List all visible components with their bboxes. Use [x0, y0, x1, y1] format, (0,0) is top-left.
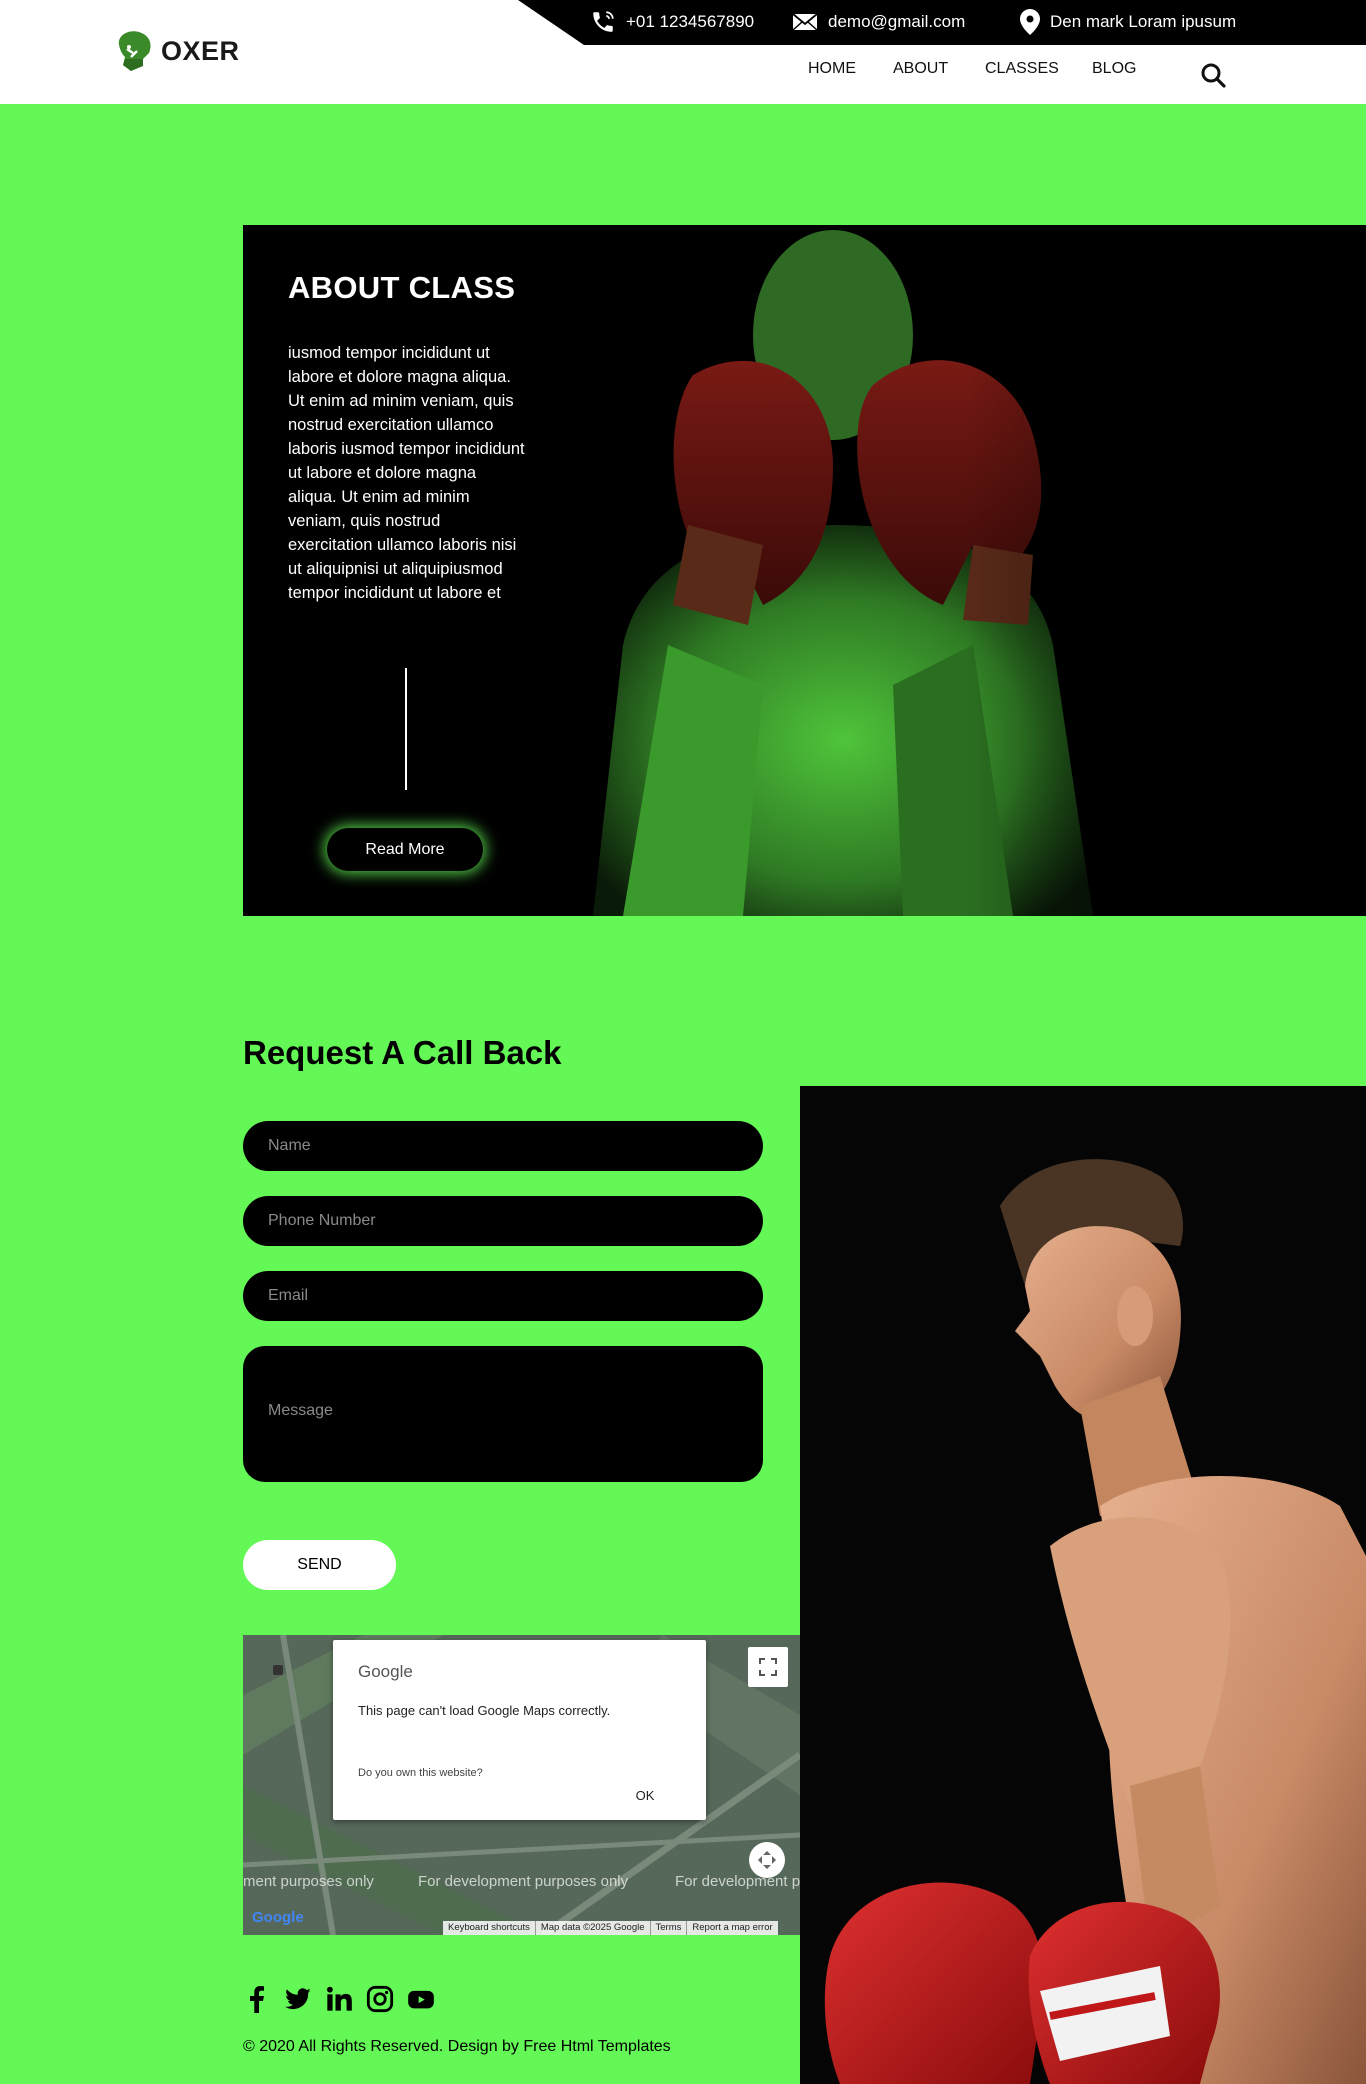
- copyright-text: © 2020 All Rights Reserved. Design by Fr…: [243, 2038, 671, 2055]
- instagram-icon: [366, 1985, 394, 2013]
- read-more-button[interactable]: Read More: [327, 828, 483, 871]
- site-logo[interactable]: OXER: [113, 29, 240, 73]
- phone-info[interactable]: +01 1234567890: [590, 8, 754, 36]
- nav-item-home[interactable]: HOME: [808, 60, 856, 78]
- nav-item-blog[interactable]: BLOG: [1092, 60, 1136, 78]
- twitter-icon: [285, 1988, 311, 2010]
- header-edge: [0, 88, 390, 104]
- boxer-illustration: [800, 1086, 1366, 2084]
- google-logo: Google: [252, 1909, 304, 1926]
- about-text: iusmod tempor incididunt ut labore et do…: [288, 344, 525, 602]
- map-terms-link[interactable]: Terms: [649, 1921, 687, 1935]
- nav-item-classes[interactable]: CLASSES: [985, 60, 1059, 78]
- phone-icon: [593, 11, 614, 32]
- map-dev-watermark: ment purposes only: [243, 1873, 374, 1890]
- map-dev-watermark: For development p: [675, 1873, 800, 1890]
- map-dialog-brand: Google: [358, 1662, 413, 1681]
- map-report-error-link[interactable]: Report a map error: [686, 1921, 777, 1935]
- nav-item-about[interactable]: ABOUT: [893, 60, 948, 78]
- location-info[interactable]: Den mark Loram ipusum: [1020, 8, 1236, 36]
- linkedin-link[interactable]: [325, 1985, 353, 2013]
- instagram-link[interactable]: [366, 1985, 394, 2013]
- search-icon: [1201, 63, 1226, 88]
- message-input[interactable]: [243, 1346, 763, 1482]
- about-class-section: ABOUT CLASS iusmod tempor incididunt ut …: [243, 225, 1366, 916]
- email-input[interactable]: [243, 1271, 763, 1321]
- map-fullscreen-button[interactable]: [748, 1647, 788, 1687]
- map-keyboard-shortcuts[interactable]: Keyboard shortcuts: [443, 1921, 535, 1935]
- boxer-profile-photo: [800, 1086, 1366, 2084]
- map-error-dialog: Google This page can't load Google Maps …: [333, 1640, 706, 1820]
- twitter-link[interactable]: [284, 1985, 312, 2013]
- map-footer-bar: Keyboard shortcuts Map data ©2025 Google…: [443, 1921, 778, 1935]
- map-own-question[interactable]: Do you own this website?: [358, 1767, 483, 1779]
- location-pin-icon: [1020, 9, 1040, 35]
- map-ok-button[interactable]: OK: [605, 1780, 685, 1810]
- email-info[interactable]: demo@gmail.com: [792, 8, 965, 36]
- fullscreen-icon: [759, 1658, 777, 1676]
- map-pan-control[interactable]: [749, 1842, 785, 1878]
- request-callback-title: Request A Call Back: [243, 1034, 562, 1071]
- social-links: [243, 1985, 435, 2013]
- phone-input[interactable]: [243, 1196, 763, 1246]
- youtube-icon: [408, 1990, 434, 2009]
- name-input[interactable]: [243, 1121, 763, 1171]
- youtube-link[interactable]: [407, 1985, 435, 2013]
- map-data-credit: Map data ©2025 Google: [534, 1921, 650, 1935]
- search-button[interactable]: [1200, 62, 1226, 88]
- facebook-icon: [250, 1986, 264, 2013]
- facebook-link[interactable]: [243, 1985, 271, 2013]
- phone-number: +01 1234567890: [626, 12, 755, 31]
- map-dev-watermark: For development purposes only: [418, 1873, 629, 1890]
- divider-line: [405, 668, 407, 790]
- location-text: Den mark Loram ipusum: [1050, 12, 1237, 31]
- google-map[interactable]: ment purposes only For development purpo…: [243, 1635, 800, 1935]
- pan-arrows-icon: [758, 1851, 776, 1869]
- about-title: ABOUT CLASS: [288, 270, 516, 305]
- map-error-message: This page can't load Google Maps correct…: [358, 1703, 611, 1718]
- boxer-guard-photo: [473, 225, 1366, 916]
- linkedin-icon: [326, 1986, 352, 2011]
- logo-text: OXER: [161, 35, 240, 66]
- envelope-icon: [792, 13, 818, 31]
- contact-topbar: +01 1234567890 demo@gmail.com Den mark L…: [518, 0, 1366, 45]
- boxing-glove-logo-icon: [118, 31, 151, 71]
- email-address: demo@gmail.com: [828, 12, 966, 31]
- send-button[interactable]: SEND: [243, 1540, 396, 1590]
